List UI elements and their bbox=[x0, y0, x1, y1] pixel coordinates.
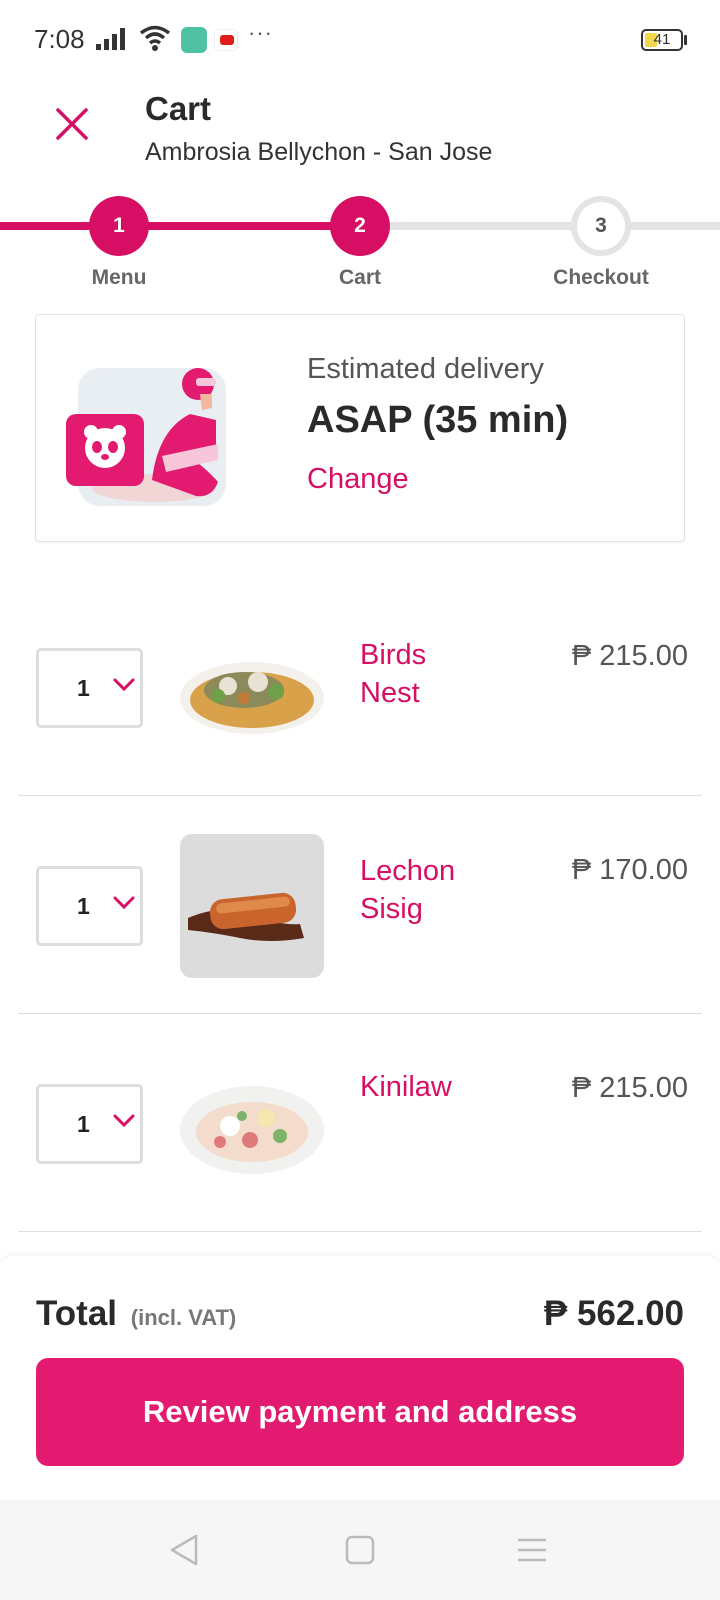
battery-level: 41 bbox=[653, 31, 671, 48]
change-delivery-link[interactable]: Change bbox=[307, 463, 409, 496]
battery-icon: 41 bbox=[641, 29, 683, 51]
item-name[interactable]: Lechon Sisig bbox=[360, 852, 490, 928]
total-vat-note: (incl. VAT) bbox=[130, 1305, 237, 1330]
quantity-select[interactable]: 1 bbox=[36, 648, 143, 728]
chevron-down-icon bbox=[113, 896, 135, 910]
item-name-line: Lechon bbox=[360, 855, 456, 887]
item-name-line: Nest bbox=[360, 677, 420, 709]
item-name-line: Birds bbox=[360, 639, 427, 671]
restaurant-name: Ambrosia Bellychon - San Jose bbox=[145, 138, 493, 166]
estimated-delivery-time: ASAP (35 min) bbox=[307, 399, 569, 441]
signal-icon bbox=[96, 28, 125, 50]
youtube-icon bbox=[214, 29, 238, 51]
quantity-select[interactable]: 1 bbox=[36, 866, 143, 946]
delivery-estimate-card: Estimated delivery ASAP (35 min) Change bbox=[35, 314, 685, 542]
total-label: Total (incl. VAT) bbox=[36, 1294, 236, 1334]
cart-item: 1 Lechon Sisig ₱ 170.00 bbox=[18, 796, 702, 1014]
status-bar: 7:08 ··· 41 bbox=[0, 0, 720, 80]
item-price: ₱ 215.00 bbox=[571, 1072, 688, 1104]
item-name-line: Sisig bbox=[360, 893, 423, 925]
more-notifications-icon: ··· bbox=[248, 20, 273, 45]
item-price: ₱ 170.00 bbox=[571, 854, 688, 886]
step-cart-label: Cart bbox=[338, 266, 381, 289]
quantity-select[interactable]: 1 bbox=[36, 1084, 143, 1164]
chevron-down-icon bbox=[113, 678, 135, 692]
item-name[interactable]: Birds Nest bbox=[360, 636, 490, 712]
page-title: Cart bbox=[145, 90, 212, 127]
app-notification-icon bbox=[181, 27, 207, 53]
quantity-value: 1 bbox=[77, 1111, 90, 1137]
menu-icon[interactable] bbox=[512, 1530, 552, 1570]
step-checkout-circle: 3 bbox=[571, 196, 631, 256]
stepper-progress-line bbox=[0, 222, 360, 230]
item-image-lechon-sisig bbox=[180, 834, 324, 978]
review-payment-button[interactable]: Review payment and address bbox=[36, 1358, 684, 1466]
divider bbox=[18, 1231, 702, 1232]
status-time: 7:08 bbox=[34, 24, 85, 54]
stepper-remaining-line bbox=[360, 222, 720, 230]
quantity-value: 1 bbox=[77, 675, 90, 701]
battery-cap bbox=[684, 35, 687, 45]
delivery-rider-illustration bbox=[66, 368, 226, 506]
total-label-text: Total bbox=[36, 1294, 118, 1333]
step-menu-circle[interactable]: 1 bbox=[89, 196, 149, 256]
home-icon[interactable] bbox=[340, 1530, 380, 1570]
total-value: ₱ 562.00 bbox=[543, 1294, 684, 1333]
back-icon[interactable] bbox=[166, 1530, 206, 1570]
item-image-birds-nest bbox=[180, 662, 324, 734]
wifi-icon bbox=[139, 25, 171, 51]
step-checkout-label: Checkout bbox=[553, 266, 649, 289]
item-price: ₱ 215.00 bbox=[571, 640, 688, 672]
quantity-value: 1 bbox=[77, 893, 90, 919]
cart-item: 1 Birds Nest ₱ 215.00 bbox=[18, 578, 702, 796]
estimated-delivery-label: Estimated delivery bbox=[307, 353, 544, 385]
step-cart-circle: 2 bbox=[330, 196, 390, 256]
item-image-kinilaw bbox=[180, 1086, 324, 1174]
system-nav-bar bbox=[0, 1500, 720, 1600]
chevron-down-icon bbox=[113, 1114, 135, 1128]
item-name-line: Kinilaw bbox=[360, 1071, 452, 1103]
cart-item: 1 Kinilaw ₱ 215.00 bbox=[18, 1014, 702, 1232]
item-name[interactable]: Kinilaw bbox=[360, 1068, 490, 1106]
close-icon[interactable] bbox=[52, 104, 92, 144]
step-menu-label: Menu bbox=[91, 266, 147, 289]
